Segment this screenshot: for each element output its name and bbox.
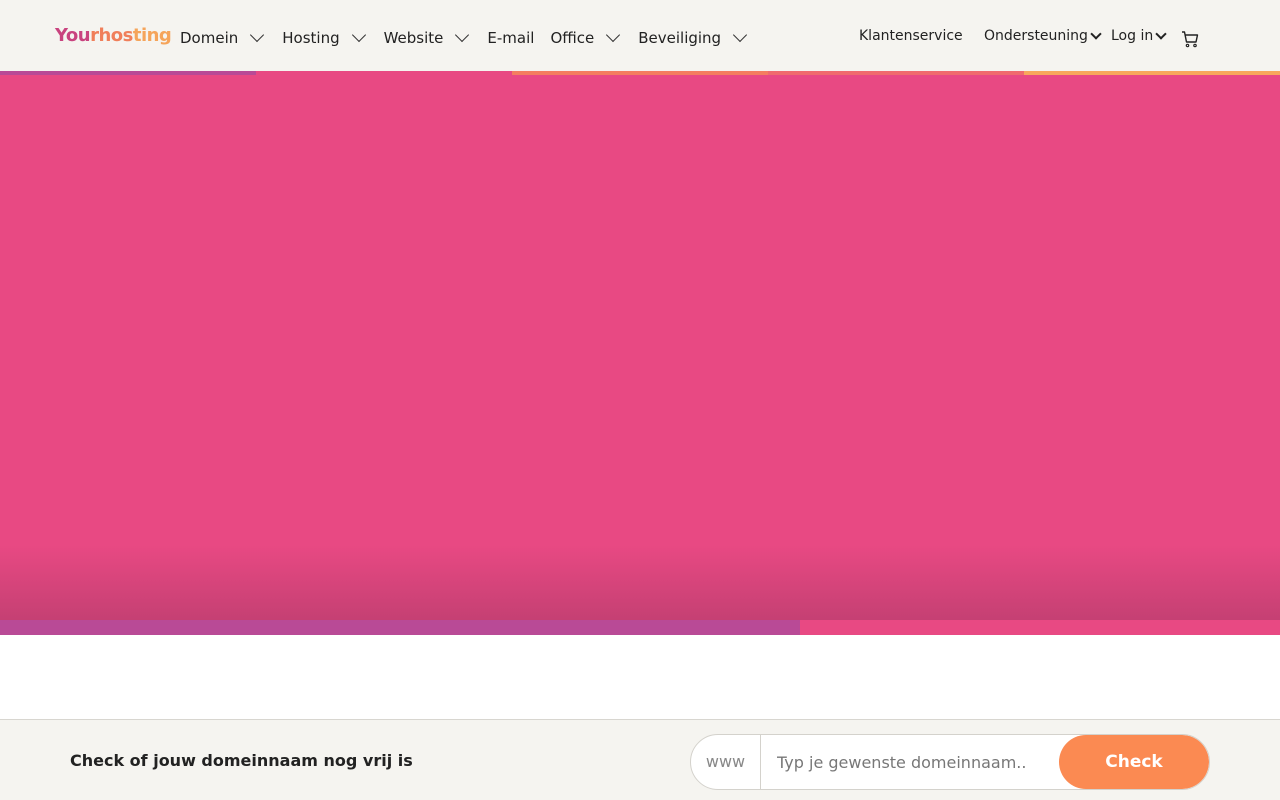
domain-check-bar: Check of jouw domeinnaam nog vrij is www… [0,719,1280,800]
login-menu[interactable]: Log in [1111,27,1167,44]
domain-search-input[interactable] [763,735,1063,789]
hero-shade [0,545,1280,620]
domain-check-title: Check of jouw domeinnaam nog vrij is [70,751,413,770]
site-header: Yourhosting Domein Hosting Website E-mai… [0,0,1280,71]
cart-icon[interactable] [1181,30,1199,48]
support-menu[interactable]: Ondersteuning [984,27,1102,44]
chevron-down-icon [1155,27,1167,40]
hero-banner [0,75,1280,620]
bottom-stripe-pink [800,620,1280,635]
utility-nav: Klantenservice Ondersteuning Log in [0,27,1280,48]
check-button[interactable]: Check [1059,735,1209,789]
bottom-stripe-purple [0,620,800,635]
domain-check-form: www Check [690,734,1210,790]
chevron-down-icon [1090,27,1102,40]
customer-service-link[interactable]: Klantenservice [859,28,963,44]
www-prefix: www [691,735,761,789]
